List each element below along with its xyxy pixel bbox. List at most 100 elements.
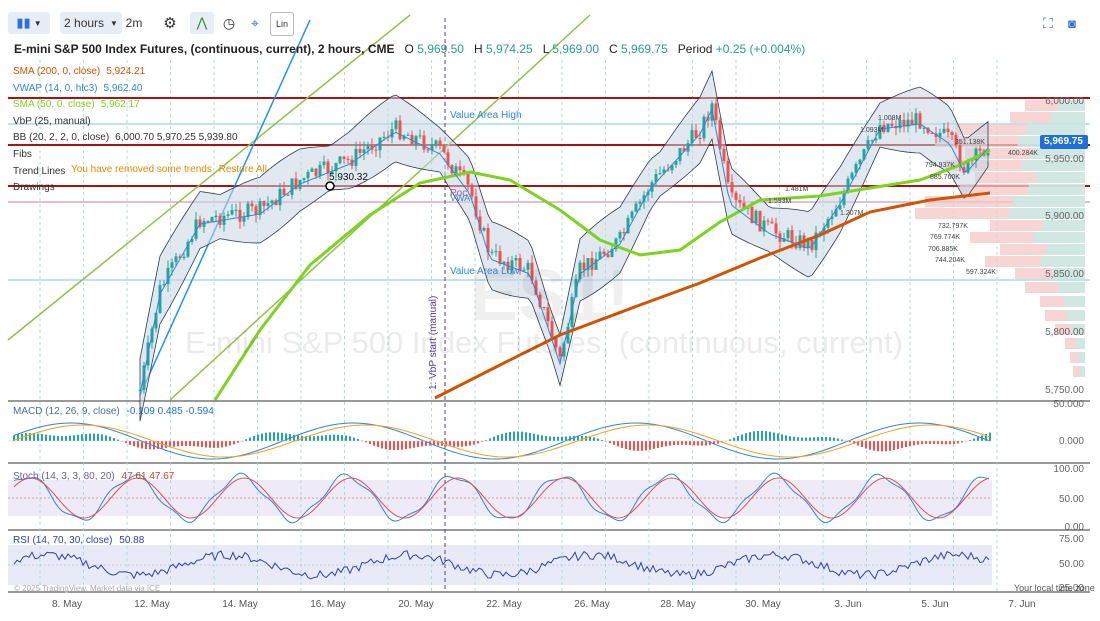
macd-bar	[393, 441, 395, 451]
candle-body	[342, 156, 346, 159]
macd-bar	[25, 433, 27, 441]
macd-bar	[401, 441, 403, 450]
macd-bar	[333, 434, 335, 441]
overlay-legend-item: Drawings	[13, 182, 55, 194]
macd-bar	[465, 441, 467, 447]
macd-bar	[665, 441, 667, 447]
restore-all-link[interactable]: Restore All	[219, 164, 267, 175]
macd-bar	[689, 441, 691, 446]
macd-bar	[385, 441, 387, 450]
macd-bar	[205, 441, 207, 448]
candle-body	[394, 120, 398, 130]
candle-body	[866, 140, 870, 150]
candle-body	[262, 201, 266, 206]
candle-body	[638, 201, 642, 204]
macd-bar	[461, 441, 463, 447]
macd-bar	[249, 437, 251, 441]
volume-profile-up-bar	[1076, 338, 1085, 349]
candle-body	[382, 136, 386, 138]
volume-profile-up-bar	[1035, 172, 1085, 183]
macd-bar	[77, 434, 79, 441]
volume-profile-up-bar	[1078, 352, 1085, 363]
macd-bar	[613, 441, 615, 445]
macd-bar	[113, 438, 115, 441]
macd-bar	[653, 441, 655, 449]
candle-body	[738, 199, 742, 203]
candle-body	[442, 145, 446, 153]
macd-bar	[165, 441, 167, 448]
macd-bar	[85, 433, 87, 441]
candle-body	[426, 149, 430, 151]
vwap-label: VWA	[450, 193, 471, 203]
macd-bar	[313, 436, 315, 441]
candle-body	[278, 188, 282, 206]
macd-bar	[529, 432, 531, 441]
macd-bar	[237, 441, 239, 443]
candle-body	[850, 172, 854, 179]
candle-body	[174, 256, 178, 263]
macd-bar	[489, 438, 491, 441]
price-tick-label: 6,000.00	[1045, 96, 1084, 107]
macd-bar	[181, 441, 183, 447]
candle-body	[230, 209, 234, 215]
macd-bar	[257, 434, 259, 441]
price-tick-label: 5,850.00	[1045, 269, 1084, 280]
macd-bar	[737, 436, 739, 441]
candle-body	[774, 223, 778, 234]
macd-bar	[673, 441, 675, 446]
macd-bar	[49, 435, 51, 441]
macd-bar	[325, 435, 327, 441]
macd-bar	[405, 441, 407, 450]
macd-bar	[109, 436, 111, 441]
candle-body	[214, 215, 218, 218]
macd-bar	[193, 441, 195, 447]
time-tick-label: 5. Jun	[921, 599, 949, 610]
marker-circle[interactable]	[325, 181, 335, 191]
time-tick-label: 3. Jun	[834, 599, 862, 610]
macd-bar	[417, 441, 419, 447]
volume-profile-value: 1.593M	[768, 198, 792, 205]
macd-bar	[621, 441, 623, 448]
macd-bar	[669, 441, 671, 446]
macd-bar	[277, 432, 279, 441]
volume-profile-up-bar	[1046, 244, 1085, 255]
macd-bar	[609, 441, 611, 444]
macd-bar	[549, 436, 551, 441]
candle-body	[210, 217, 214, 222]
macd-bar	[909, 441, 911, 447]
timezone-label[interactable]: Your local time zone	[1014, 583, 1095, 593]
macd-bar	[761, 430, 763, 441]
macd-bar	[177, 441, 179, 447]
price-tick-label: 5,950.00	[1045, 154, 1084, 165]
macd-bar	[817, 437, 819, 441]
macd-bar	[837, 438, 839, 441]
macd-bar	[537, 434, 539, 441]
macd-bar	[445, 441, 447, 447]
volume-profile-up-bar	[1040, 256, 1085, 267]
time-tick-label: 12. May	[134, 599, 170, 610]
value-area-low-label: Value Area Low	[450, 266, 520, 277]
candle-body	[406, 134, 410, 136]
volume-profile-up-bar	[1026, 124, 1085, 135]
macd-bar	[773, 432, 775, 441]
candle-body	[254, 206, 258, 215]
macd-bar	[633, 441, 635, 451]
candle-body	[978, 148, 982, 151]
macd-bar	[133, 441, 135, 447]
macd-bar	[933, 441, 935, 445]
macd-bar	[309, 436, 311, 441]
macd-bar	[125, 441, 127, 444]
chart-header: E-mini S&P 500 Index Futures, (continuou…	[14, 42, 805, 56]
macd-bar	[57, 435, 59, 441]
macd-bar	[269, 432, 271, 441]
macd-bar	[477, 441, 479, 444]
overlay-legend-item: VbP (25, manual)	[13, 115, 91, 127]
candle-body	[234, 209, 238, 211]
macd-bar	[457, 441, 459, 447]
macd-bar	[661, 441, 663, 448]
candle-body	[946, 128, 950, 133]
macd-bar	[233, 441, 235, 445]
macd-bar	[785, 435, 787, 441]
candle-body	[418, 135, 422, 137]
macd-bar	[53, 435, 55, 441]
